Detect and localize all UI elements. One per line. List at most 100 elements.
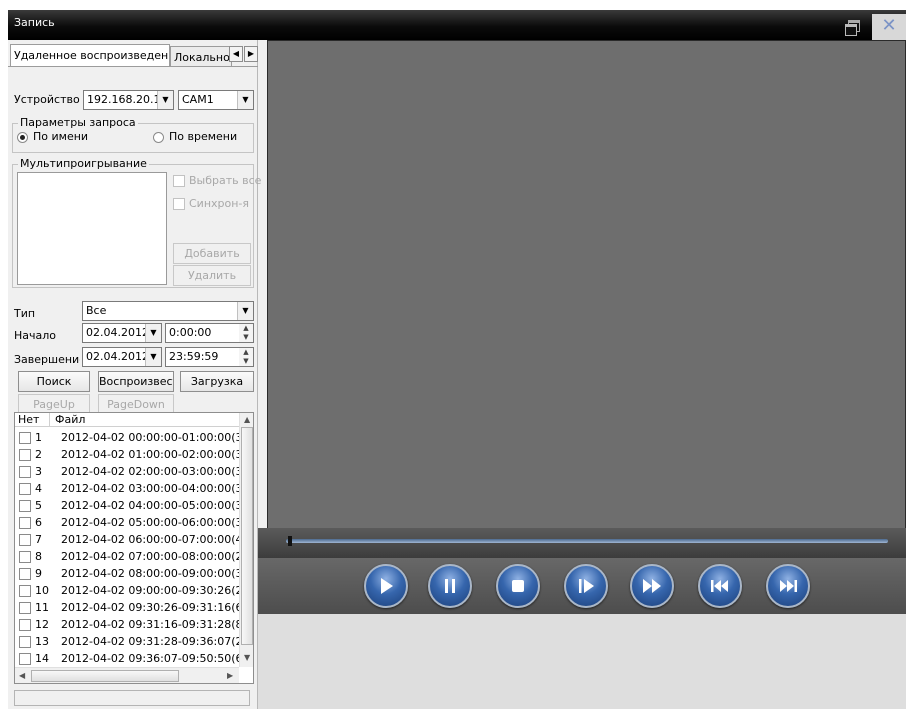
- table-row[interactable]: 13 2012-04-02 09:31:28-09:36:07(290: [15, 634, 239, 651]
- search-button[interactable]: Поиск: [18, 371, 90, 392]
- end-label: Завершение: [14, 353, 80, 366]
- vertical-scrollbar[interactable]: ▲ ▼: [239, 413, 253, 667]
- table-row[interactable]: 12 2012-04-02 09:31:16-09:31:28(839: [15, 617, 239, 634]
- by-name-label: По имени: [33, 130, 89, 143]
- table-row[interactable]: 8 2012-04-02 07:00:00-08:00:00(277: [15, 549, 239, 566]
- end-time-input[interactable]: 23:59:59 ▲ ▼: [165, 347, 254, 367]
- chevron-down-icon: ▼: [145, 324, 161, 342]
- table-row[interactable]: 14 2012-04-02 09:36:07-09:50:50(601: [15, 651, 239, 668]
- row-number: 8: [35, 550, 42, 563]
- by-name-radio[interactable]: [17, 132, 28, 143]
- play-button[interactable]: Воспроизвести: [98, 371, 174, 392]
- device-ip-value: 192.168.20.16: [87, 93, 168, 106]
- play-control-button[interactable]: [364, 564, 408, 608]
- device-label: Устройство: [14, 93, 80, 106]
- start-date-value: 02.04.2012: [86, 326, 149, 339]
- horizontal-scrollbar[interactable]: ◀ ▶: [15, 667, 239, 683]
- spin-arrows-icon[interactable]: ▲ ▼: [239, 348, 253, 366]
- camera-select[interactable]: CAM1 ▼: [178, 90, 254, 110]
- column-header-file[interactable]: Файл: [55, 413, 85, 426]
- row-file-name: 2012-04-02 03:00:00-04:00:00(375: [61, 482, 239, 495]
- restore-icon[interactable]: [844, 19, 860, 36]
- type-select[interactable]: Все ▼: [82, 301, 254, 321]
- step-forward-icon: [579, 579, 594, 593]
- scroll-right-icon[interactable]: ▶: [227, 671, 233, 680]
- horizontal-scroll-thumb[interactable]: [31, 670, 179, 682]
- by-time-radio[interactable]: [153, 132, 164, 143]
- row-number: 10: [35, 584, 49, 597]
- row-number: 14: [35, 652, 49, 665]
- video-display[interactable]: [267, 40, 906, 538]
- table-row[interactable]: 10 2012-04-02 09:00:00-09:30:26(218: [15, 583, 239, 600]
- previous-control-button[interactable]: [698, 564, 742, 608]
- multi-play-list[interactable]: [17, 172, 167, 285]
- tab-scroll-right-icon[interactable]: ▶: [244, 46, 258, 62]
- table-row[interactable]: 11 2012-04-02 09:30:26-09:31:16(603: [15, 600, 239, 617]
- close-button[interactable]: ✕: [872, 14, 906, 40]
- select-all-checkbox[interactable]: [173, 175, 185, 187]
- fast-forward-control-button[interactable]: [630, 564, 674, 608]
- sync-checkbox[interactable]: [173, 198, 185, 210]
- row-checkbox[interactable]: [19, 568, 31, 580]
- row-checkbox[interactable]: [19, 636, 31, 648]
- row-number: 3: [35, 465, 42, 478]
- row-checkbox[interactable]: [19, 602, 31, 614]
- device-ip-select[interactable]: 192.168.20.16 ▼: [83, 90, 174, 110]
- row-file-name: 2012-04-02 09:30:26-09:31:16(603: [61, 601, 239, 614]
- row-checkbox[interactable]: [19, 619, 31, 631]
- playback-controls: [258, 558, 906, 614]
- start-time-input[interactable]: 0:00:00 ▲ ▼: [165, 323, 254, 343]
- spin-arrows-icon[interactable]: ▲ ▼: [239, 324, 253, 342]
- row-checkbox[interactable]: [19, 517, 31, 529]
- seek-handle[interactable]: [288, 536, 292, 546]
- select-all-label: Выбрать все: [189, 174, 262, 187]
- row-checkbox[interactable]: [19, 500, 31, 512]
- table-row[interactable]: 6 2012-04-02 05:00:00-06:00:00(388: [15, 515, 239, 532]
- tab-scroll-left-icon[interactable]: ◀: [229, 46, 243, 62]
- lower-area: [258, 614, 906, 709]
- tab-remote-playback[interactable]: Удаленное воспроизведение: [10, 44, 170, 66]
- download-button[interactable]: Загрузка: [180, 371, 254, 392]
- row-checkbox[interactable]: [19, 585, 31, 597]
- row-checkbox[interactable]: [19, 534, 31, 546]
- row-checkbox[interactable]: [19, 432, 31, 444]
- row-checkbox[interactable]: [19, 551, 31, 563]
- column-header-number[interactable]: Нет: [18, 413, 39, 426]
- chevron-down-icon: ▼: [237, 302, 253, 320]
- next-control-button[interactable]: [766, 564, 810, 608]
- chevron-down-icon: ▼: [237, 91, 253, 109]
- start-label: Начало: [14, 329, 57, 342]
- end-date-picker[interactable]: 02.04.2012 ▼: [82, 347, 162, 367]
- previous-icon: [711, 580, 728, 592]
- scroll-left-icon[interactable]: ◀: [19, 671, 25, 680]
- scroll-down-icon[interactable]: ▼: [244, 653, 250, 662]
- table-row[interactable]: 2 2012-04-02 01:00:00-02:00:00(376: [15, 447, 239, 464]
- fast-forward-icon: [643, 579, 661, 593]
- chevron-down-icon: ▼: [145, 348, 161, 366]
- row-checkbox[interactable]: [19, 449, 31, 461]
- vertical-scroll-thumb[interactable]: [241, 427, 253, 645]
- step-forward-control-button[interactable]: [564, 564, 608, 608]
- add-button[interactable]: Добавить: [173, 243, 251, 264]
- start-date-picker[interactable]: 02.04.2012 ▼: [82, 323, 162, 343]
- recording-window: Запись ✕ Удаленное воспроизведение Локал…: [8, 10, 906, 709]
- table-row[interactable]: 3 2012-04-02 02:00:00-03:00:00(375: [15, 464, 239, 481]
- start-time-value: 0:00:00: [169, 326, 212, 339]
- row-checkbox[interactable]: [19, 483, 31, 495]
- pause-control-button[interactable]: [428, 564, 472, 608]
- scroll-up-icon[interactable]: ▲: [244, 415, 250, 424]
- table-row[interactable]: 7 2012-04-02 06:00:00-07:00:00(438: [15, 532, 239, 549]
- table-row[interactable]: 5 2012-04-02 04:00:00-05:00:00(375: [15, 498, 239, 515]
- row-checkbox[interactable]: [19, 653, 31, 665]
- file-list[interactable]: Нет Файл 1 2012-04-02 00:00:00-01:00:00(3…: [14, 412, 254, 684]
- table-row[interactable]: 9 2012-04-02 08:00:00-09:00:00(303: [15, 566, 239, 583]
- remove-button[interactable]: Удалить: [173, 265, 251, 286]
- table-row[interactable]: 4 2012-04-02 03:00:00-04:00:00(375: [15, 481, 239, 498]
- row-checkbox[interactable]: [19, 466, 31, 478]
- stop-control-button[interactable]: [496, 564, 540, 608]
- row-number: 13: [35, 635, 49, 648]
- tab-local-playback[interactable]: Локальное: [170, 46, 232, 66]
- type-label: Тип: [14, 307, 36, 320]
- table-row[interactable]: 1 2012-04-02 00:00:00-01:00:00(376: [15, 430, 239, 447]
- seek-bar[interactable]: [286, 539, 888, 543]
